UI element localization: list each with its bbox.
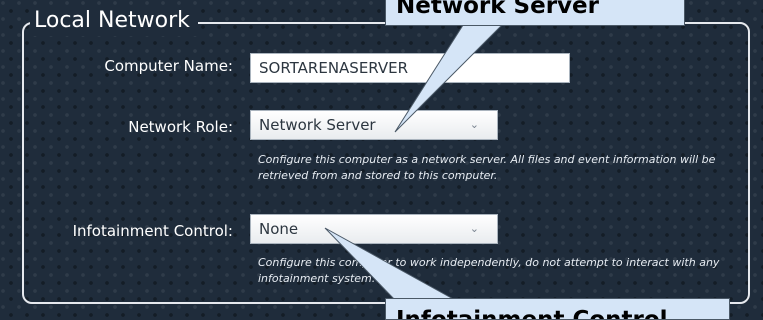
callout-infotainment-control-text: Infotainment Control [396,307,668,320]
callout-network-server: Network Server [385,0,685,26]
callout-pointers [324,21,507,301]
callout-top-pointer [394,21,507,133]
callout-bottom-pointer [324,227,457,301]
callout-network-server-text: Network Server [396,0,599,19]
